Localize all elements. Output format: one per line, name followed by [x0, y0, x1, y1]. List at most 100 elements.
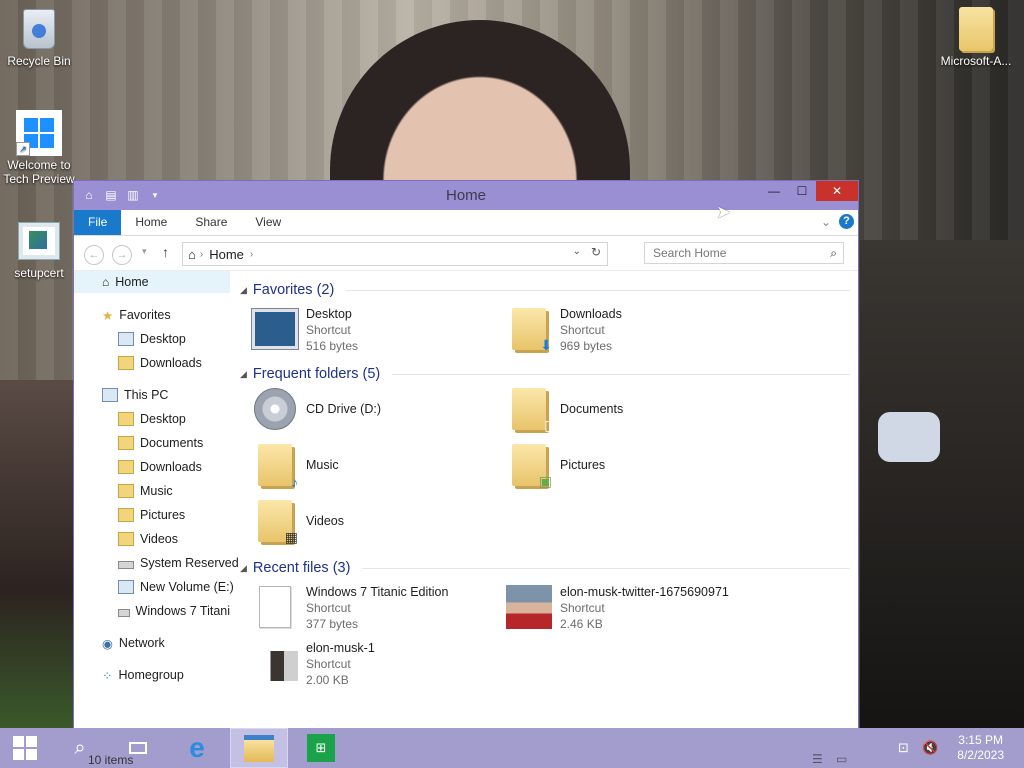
- nav-item-pc-documents[interactable]: Documents: [118, 432, 203, 454]
- nav-label: Favorites: [119, 308, 171, 322]
- item-name: elon-musk-1: [306, 641, 375, 655]
- address-bar[interactable]: ⌂ › Home › ⌄ ↻: [182, 242, 608, 266]
- close-button[interactable]: ✕: [816, 181, 858, 201]
- expand-ribbon-chevron-icon[interactable]: ⌄: [821, 215, 831, 229]
- list-item[interactable]: Windows 7 Titanic Edition Shortcut 377 b…: [252, 584, 448, 632]
- search-placeholder: Search Home: [653, 246, 727, 260]
- clock[interactable]: 3:15 PM 8/2/2023: [957, 733, 1004, 763]
- status-item-count: 10 items: [88, 753, 134, 767]
- welcome-desktop-icon[interactable]: ↗ Welcome to Tech Preview: [1, 110, 77, 186]
- microsoft-folder-desktop-icon[interactable]: Microsoft-A...: [934, 6, 1018, 68]
- nav-label: Desktop: [140, 412, 186, 426]
- refresh-icon[interactable]: ↻: [591, 245, 601, 259]
- music-folder-icon: ♪: [258, 444, 298, 490]
- store-button[interactable]: ⊞: [300, 728, 342, 768]
- setupcert-desktop-icon[interactable]: setupcert: [1, 218, 77, 280]
- nav-item-pc-videos[interactable]: Videos: [118, 528, 178, 550]
- drive-icon: [118, 609, 130, 617]
- nav-label: Music: [140, 484, 173, 498]
- item-name: Windows 7 Titanic Edition: [306, 585, 449, 599]
- search-icon[interactable]: ⌕: [830, 246, 837, 261]
- list-item[interactable]: Desktop Shortcut 516 bytes: [252, 306, 358, 354]
- internet-explorer-icon: e: [189, 732, 205, 763]
- nav-item-fav-desktop[interactable]: Desktop: [118, 328, 186, 350]
- cd-drive-icon: [254, 388, 296, 430]
- folder-icon: [118, 484, 134, 498]
- drive-icon: [118, 561, 134, 569]
- nav-item-favorites[interactable]: ★ Favorites: [102, 304, 171, 326]
- nav-item-home[interactable]: ⌂ Home: [74, 271, 230, 293]
- nav-label: Documents: [140, 436, 204, 450]
- chevron-right-icon[interactable]: ›: [250, 249, 253, 260]
- internet-explorer-button[interactable]: e: [174, 728, 220, 768]
- wallpaper-mask: [878, 412, 940, 462]
- nav-item-pc-pictures[interactable]: Pictures: [118, 504, 185, 526]
- desktop-shortcut-icon: [252, 309, 298, 349]
- list-item[interactable]: ▦ Videos: [252, 498, 344, 545]
- tab-home[interactable]: Home: [121, 210, 181, 235]
- nav-label: System Reserved: [140, 556, 239, 570]
- group-header-frequent[interactable]: ◢ Frequent folders (5): [240, 364, 850, 384]
- nav-item-pc-downloads[interactable]: Downloads: [118, 456, 202, 478]
- network-status-icon[interactable]: ⊡: [898, 740, 909, 756]
- list-item[interactable]: ♪ Music: [252, 442, 339, 490]
- list-item[interactable]: ▯ Documents: [506, 386, 623, 433]
- volume-muted-icon[interactable]: 🔇: [922, 740, 938, 756]
- maximize-button[interactable]: ☐: [788, 181, 816, 201]
- nav-item-pc-desktop[interactable]: Desktop: [118, 408, 186, 430]
- nav-item-network[interactable]: ◉ Network: [102, 632, 165, 654]
- star-icon: ★: [102, 308, 114, 323]
- back-button[interactable]: ←: [84, 245, 104, 265]
- file-explorer-taskbar-button[interactable]: [230, 728, 288, 768]
- tab-view[interactable]: View: [241, 210, 295, 235]
- nav-item-this-pc[interactable]: This PC: [102, 384, 168, 406]
- list-item[interactable]: elon-musk-1 Shortcut 2.00 KB: [252, 640, 375, 688]
- large-icons-view-icon[interactable]: ▭: [836, 752, 847, 766]
- nav-label: Network: [118, 636, 165, 650]
- computer-icon: [102, 388, 118, 402]
- up-button[interactable]: ↑: [162, 244, 169, 260]
- title-bar[interactable]: ⌂ ▤ ▥ ▾ Home — ☐ ✕: [74, 181, 858, 210]
- search-input[interactable]: Search Home ⌕: [644, 242, 844, 264]
- tab-file[interactable]: File: [74, 210, 122, 235]
- mouse-cursor-icon: ➤: [716, 202, 732, 222]
- nav-item-windows7[interactable]: Windows 7 Titani: [118, 600, 230, 622]
- list-item[interactable]: ⬇ Downloads Shortcut 969 bytes: [506, 306, 622, 354]
- store-icon: ⊞: [307, 734, 335, 762]
- recent-locations-chevron-icon[interactable]: ▾: [142, 246, 147, 257]
- collapse-icon: ◢: [240, 284, 247, 295]
- desktop-icon-label: Recycle Bin: [7, 54, 71, 68]
- item-name: elon-musk-twitter-1675690971: [560, 585, 729, 599]
- address-dropdown-icon[interactable]: ⌄: [573, 246, 581, 257]
- help-icon[interactable]: ?: [839, 214, 854, 229]
- group-title: Recent files (3): [252, 560, 351, 576]
- item-size: 2.46 KB: [560, 617, 603, 631]
- usb-drive-icon: [118, 580, 134, 594]
- list-item[interactable]: ▣ Pictures: [506, 442, 605, 489]
- nav-item-new-volume[interactable]: New Volume (E:): [118, 576, 234, 598]
- group-header-favorites[interactable]: ◢ Favorites (2): [240, 280, 850, 300]
- group-header-recent[interactable]: ◢ Recent files (3): [240, 558, 850, 578]
- collapse-icon: ◢: [240, 562, 247, 573]
- tab-share[interactable]: Share: [181, 210, 241, 235]
- minimize-button[interactable]: —: [760, 181, 788, 201]
- address-row: ← → ▾ ↑ ⌂ › Home › ⌄ ↻ Search Home ⌕: [74, 236, 858, 271]
- item-type: Shortcut: [306, 601, 351, 615]
- nav-item-homegroup[interactable]: ⁘ Homegroup: [102, 664, 184, 686]
- nav-item-system-reserved[interactable]: System Reserved: [118, 552, 239, 574]
- breadcrumb-home[interactable]: Home: [203, 247, 250, 262]
- details-view-icon[interactable]: ☰: [812, 752, 823, 766]
- recycle-bin-desktop-icon[interactable]: Recycle Bin: [1, 6, 77, 68]
- item-name: Videos: [306, 514, 344, 528]
- home-icon: ⌂: [102, 275, 110, 289]
- start-button[interactable]: [0, 728, 50, 768]
- list-item[interactable]: elon-musk-twitter-1675690971 Shortcut 2.…: [506, 584, 729, 632]
- nav-item-fav-downloads[interactable]: Downloads: [118, 352, 202, 374]
- documents-folder-icon: ▯: [512, 388, 552, 433]
- nav-label: Desktop: [140, 332, 186, 346]
- item-size: 969 bytes: [560, 339, 613, 353]
- nav-label: Home: [115, 275, 149, 289]
- list-item[interactable]: CD Drive (D:): [252, 386, 381, 432]
- forward-button[interactable]: →: [112, 245, 132, 265]
- nav-item-pc-music[interactable]: Music: [118, 480, 173, 502]
